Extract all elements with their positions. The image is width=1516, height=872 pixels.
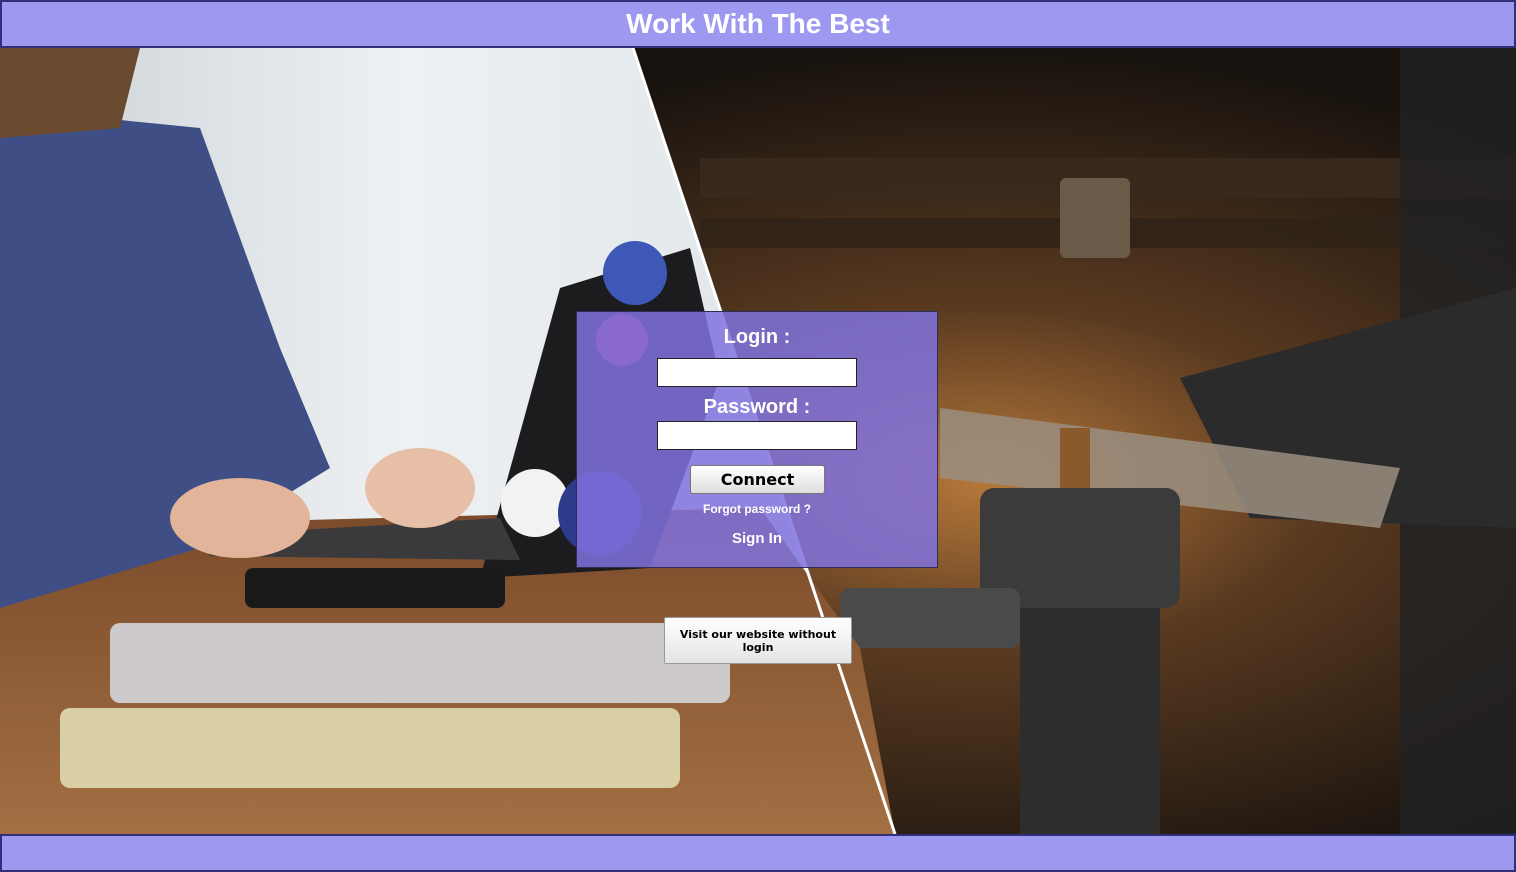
visit-without-login-button[interactable]: Visit our website without login xyxy=(664,617,852,664)
password-input[interactable] xyxy=(657,421,857,450)
forgot-password-link[interactable]: Forgot password ? xyxy=(577,502,937,516)
password-label: Password : xyxy=(703,396,811,418)
connect-button[interactable]: Connect xyxy=(690,465,825,494)
login-panel: Login : Password : Connect Forgot passwo… xyxy=(576,311,938,568)
page-title: Work With The Best xyxy=(626,8,890,39)
login-label: Login : xyxy=(723,326,791,348)
sign-in-link[interactable]: Sign In xyxy=(577,530,937,547)
login-input[interactable] xyxy=(657,358,857,387)
site-footer xyxy=(0,834,1516,872)
site-header: Work With The Best xyxy=(0,0,1516,48)
